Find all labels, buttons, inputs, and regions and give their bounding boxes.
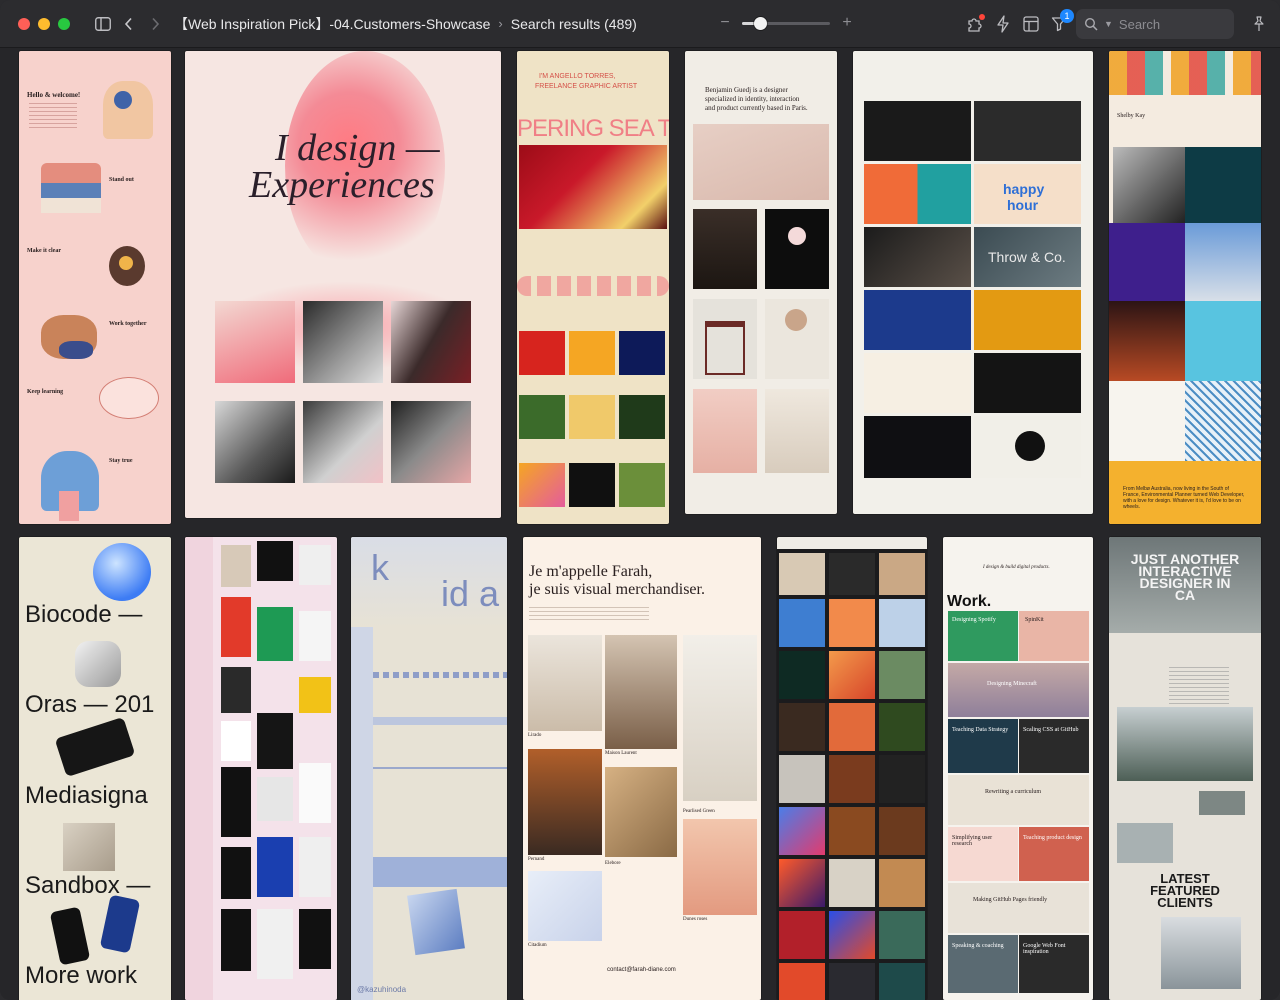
- card-12-project-4: Teaching Data Strategy: [952, 727, 1009, 733]
- sidebar-toggle-icon[interactable]: [90, 11, 116, 37]
- thumbnail-card-3[interactable]: I'M ANGELLO TORRES, FREELANCE GRAPHIC AR…: [517, 51, 669, 524]
- thumbnail-card-2[interactable]: I design — Experiences: [185, 51, 501, 518]
- card-12-project-5: Scaling CSS at GitHub: [1023, 727, 1079, 733]
- thumbnail-card-10[interactable]: Je m'appelle Farah, je suis visual merch…: [523, 537, 761, 1000]
- thumbnail-card-1[interactable]: Hello & welcome! Stand out Make it clear…: [19, 51, 171, 524]
- search-results-label: Search results (489): [510, 15, 637, 32]
- card-12-project-6: Rewriting a curriculum: [985, 789, 1041, 795]
- card-13-headline: JUST ANOTHER INTERACTIVE DESIGNER IN CA: [1130, 551, 1240, 603]
- card-12-project-2: SpinKit: [1025, 617, 1044, 623]
- filter-icon[interactable]: 1: [1046, 9, 1074, 37]
- thumbnail-card-5[interactable]: happy hour Throw & Co.: [853, 51, 1093, 514]
- card-9-glyph-id: id a: [441, 573, 500, 614]
- card-4-line-1: Benjamin Guedj is a designer: [705, 86, 788, 94]
- pin-icon[interactable]: [1246, 11, 1272, 37]
- card-3-heading-2: FREELANCE GRAPHIC ARTIST: [535, 83, 638, 90]
- close-window-button[interactable]: [18, 17, 30, 30]
- card-10-heading-2: je suis visual merchandiser.: [529, 581, 705, 598]
- app-window: 【Web Inspiration Pick】-04.Customers-Show…: [0, 0, 1280, 1000]
- puzzle-icon[interactable]: [962, 11, 988, 37]
- lightning-icon[interactable]: [990, 11, 1016, 37]
- card-1-heading-4: Work together: [109, 321, 147, 327]
- chevron-left-icon[interactable]: [116, 11, 142, 37]
- card-5-throw: Throw & Co.: [988, 249, 1066, 265]
- card-10-label-2: Maison Laurent: [605, 751, 637, 756]
- card-12-intro: I design & build digital products.: [983, 565, 1050, 570]
- thumbnail-card-8[interactable]: [185, 537, 337, 1000]
- maximize-window-button[interactable]: [58, 17, 70, 30]
- card-7-work-5: More work: [25, 962, 138, 989]
- card-12-project-3: Designing Minecraft: [987, 681, 1037, 687]
- card-3-heading-1: I'M ANGELLO TORRES,: [539, 73, 616, 80]
- thumbnail-card-4[interactable]: Benjamin Guedj is a designer specialized…: [685, 51, 837, 514]
- thumbnail-grid: Hello & welcome! Stand out Make it clear…: [0, 48, 1280, 1000]
- card-12-work-heading: Work.: [947, 593, 992, 610]
- minus-icon[interactable]: −: [718, 14, 732, 32]
- card-5-hour: hour: [1007, 197, 1039, 213]
- card-10-label-4: Pernand: [528, 857, 545, 862]
- filter-count-badge: 1: [1060, 9, 1074, 23]
- thumbnail-card-6[interactable]: Shelby Kay From Melbø Australia, now liv…: [1109, 51, 1261, 524]
- thumbnail-card-12[interactable]: I design & build digital products. Work.…: [943, 537, 1093, 1000]
- card-9-glyph-k: k: [371, 547, 389, 588]
- thumbnail-card-7[interactable]: Biocode — Oras — 201 Mediasigna Sandbox …: [19, 537, 171, 1000]
- thumbnail-card-11[interactable]: [777, 537, 927, 1000]
- card-12-project-11: Google Web Font inspiration: [1023, 943, 1066, 955]
- card-10-label-1: Lirado: [528, 733, 542, 738]
- thumbnail-card-13[interactable]: JUST ANOTHER INTERACTIVE DESIGNER IN CA …: [1109, 537, 1261, 1000]
- card-7-work-2: Oras — 201: [25, 691, 155, 718]
- thumbnail-card-9[interactable]: k id a @kazuhinoda: [351, 537, 507, 1000]
- card-4-line-3: and product currently based in Paris.: [705, 104, 808, 112]
- card-10-heading-1: Je m'appelle Farah,: [529, 563, 653, 580]
- card-12-project-1: Designing Spotify: [952, 617, 996, 623]
- plus-icon[interactable]: +: [840, 14, 854, 32]
- card-10-label-7: Citadium: [528, 943, 547, 948]
- card-10-email[interactable]: contact@farah-diane.com: [607, 967, 676, 973]
- layout-icon[interactable]: [1018, 11, 1044, 37]
- card-12-project-7: Simplifying user research: [952, 835, 993, 847]
- card-2-title-line-2: Experiences: [249, 164, 435, 206]
- card-1-heading-6: Stay true: [109, 458, 133, 464]
- card-6-bottom-text: From Melbø Australia, now living in the …: [1123, 486, 1245, 510]
- card-10-label-3: Pearlised Green: [683, 809, 715, 814]
- minimize-window-button[interactable]: [38, 17, 50, 30]
- card-1-heading-2: Stand out: [109, 177, 134, 183]
- card-13-bottom-heading: LATEST FEATURED CLIENTS: [1150, 871, 1220, 910]
- zoom-slider[interactable]: [742, 16, 830, 30]
- card-4-line-2: specialized in identity, interaction: [705, 95, 800, 103]
- card-9-credit: @kazuhinoda: [357, 985, 407, 994]
- card-6-name: Shelby Kay: [1117, 113, 1146, 119]
- card-10-label-5: Elebore: [605, 861, 621, 866]
- breadcrumb-separator-icon: ›: [498, 16, 503, 31]
- toolbar-tools: 1: [962, 9, 1074, 37]
- traffic-lights: [18, 17, 70, 30]
- card-3-band: PERING SEA TI: [517, 115, 669, 142]
- breadcrumb: 【Web Inspiration Pick】-04.Customers-Show…: [174, 14, 637, 34]
- search-field[interactable]: ▼ Search: [1076, 9, 1234, 39]
- folder-title[interactable]: 【Web Inspiration Pick】-04.Customers-Show…: [174, 14, 490, 34]
- zoom-slider-handle[interactable]: [754, 16, 767, 30]
- zoom-control: − +: [718, 14, 854, 32]
- card-12-project-8: Teaching product design: [1023, 835, 1082, 841]
- chevron-right-icon[interactable]: [142, 11, 168, 37]
- card-1-heading-1: Hello & welcome!: [27, 91, 81, 99]
- card-1-heading-3: Make it clear: [27, 248, 61, 254]
- search-input[interactable]: Search: [1119, 17, 1160, 32]
- card-1-heading-5: Keep learning: [27, 389, 64, 395]
- chevron-down-icon[interactable]: ▼: [1104, 19, 1113, 29]
- card-5-happy: happy: [1003, 181, 1045, 197]
- search-icon: [1084, 17, 1098, 31]
- title-bar: 【Web Inspiration Pick】-04.Customers-Show…: [0, 0, 1280, 48]
- card-10-label-6: Dunes roses: [683, 917, 708, 922]
- card-12-project-9: Making GitHub Pages friendly: [973, 897, 1048, 903]
- card-7-work-1: Biocode —: [25, 601, 143, 628]
- card-7-work-4: Sandbox —: [25, 872, 151, 899]
- card-12-project-10: Speaking & coaching: [952, 943, 1004, 949]
- card-7-work-3: Mediasigna: [25, 782, 148, 809]
